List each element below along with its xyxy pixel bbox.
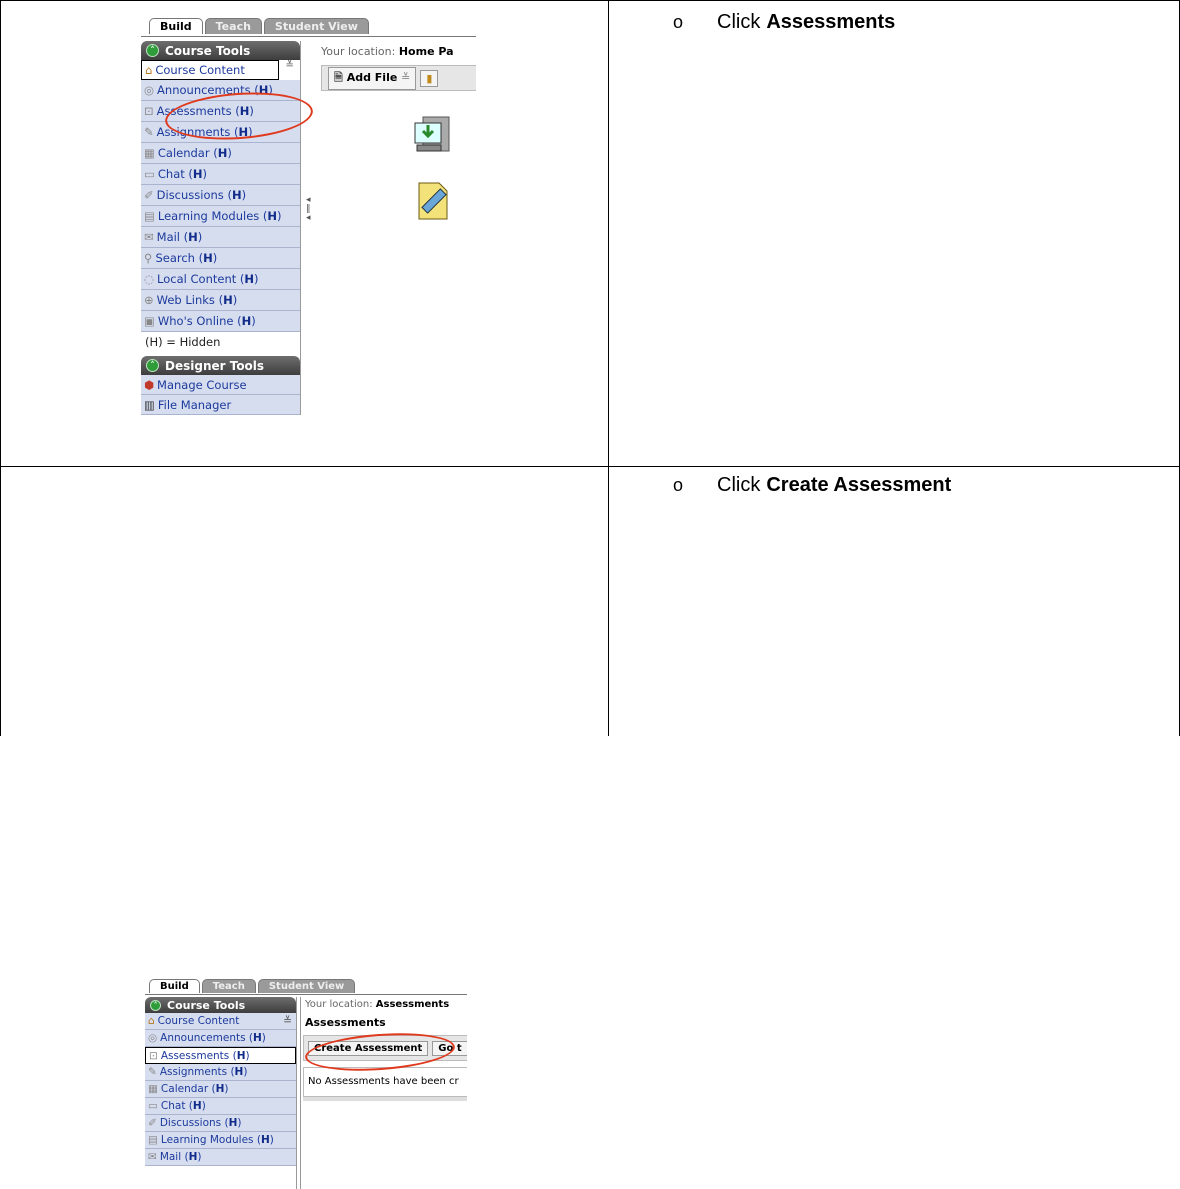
sidebar-item-file-manager[interactable]: ▥ File Manager: [141, 395, 300, 415]
designer-tools-header[interactable]: ˄ Designer Tools: [141, 356, 300, 375]
sidebar-item-assignments[interactable]: ✎ Assignments (H): [145, 1064, 296, 1081]
chevron-down-icon[interactable]: ≚: [283, 1015, 292, 1027]
sidebar-item-mail[interactable]: ✉ Mail (H): [141, 227, 300, 248]
content-pane: Your location: Assessments Assessments C…: [300, 997, 467, 1189]
calendar-icon: ▦: [144, 146, 155, 160]
assessment-icon: ⊡: [149, 1049, 158, 1062]
tab-student-view[interactable]: Student View: [257, 979, 356, 993]
sidebar-item-search[interactable]: ⚲ Search (H): [141, 248, 300, 269]
web-links-icon: ⊕: [144, 293, 154, 307]
search-icon: ⚲: [144, 251, 153, 265]
tab-build[interactable]: Build: [149, 18, 203, 34]
sidebar-item-manage-course[interactable]: ⬢ Manage Course: [141, 375, 300, 395]
sidebar-item-whos-online[interactable]: ▣ Who's Online (H): [141, 311, 300, 332]
tab-teach[interactable]: Teach: [204, 18, 262, 34]
sidebar-item-announcements[interactable]: ◎ Announcements (H): [145, 1030, 296, 1047]
hidden-legend: (H) = Hidden: [145, 335, 221, 349]
step1-instruction-cell: o Click Assessments: [608, 0, 1180, 467]
assignment-icon: ✎: [144, 125, 154, 139]
mail-icon: ✉: [144, 230, 154, 244]
bullet: o: [673, 475, 684, 495]
sidebar-item-assessments[interactable]: ⊡ Assessments (H): [145, 1047, 296, 1064]
pin-icon: ✐: [144, 188, 154, 202]
tab-teach[interactable]: Teach: [201, 979, 256, 993]
breadcrumb: Your location: Assessments: [305, 999, 450, 1010]
sidebar-item-chat[interactable]: ▭ Chat (H): [141, 164, 300, 185]
step1-screenshot-cell: Build Teach Student View ˄ Course Tools …: [0, 0, 609, 467]
course-tools-header[interactable]: ˄ Course Tools: [145, 997, 296, 1013]
chat-icon: ▭: [148, 1100, 158, 1112]
assignment-icon: ✎: [148, 1066, 157, 1078]
collapse-icon[interactable]: ˄: [146, 44, 159, 57]
chevron-down-icon: ≚: [401, 70, 411, 84]
sidebar-item-chat[interactable]: ▭ Chat (H): [145, 1098, 296, 1115]
page-title: Assessments: [305, 1016, 386, 1029]
sidebar-item-course-content[interactable]: ⌂ Course Content: [141, 60, 279, 80]
content-pane: Your location: Home Pa 🗎 Add File ≚ ▮: [317, 41, 476, 415]
course-tools-header[interactable]: ˄ Course Tools: [141, 41, 300, 60]
document-icon: 🗎: [334, 70, 343, 84]
sidebar-item-discussions[interactable]: ✐ Discussions (H): [145, 1115, 296, 1132]
sidebar-item-mail[interactable]: ✉ Mail (H): [145, 1149, 296, 1166]
module-icon: ▤: [148, 1134, 158, 1146]
computer-download-icon[interactable]: [413, 115, 453, 160]
breadcrumb: Your location: Home Pa: [321, 45, 454, 58]
bullet: o: [673, 12, 684, 32]
step2-screenshot: Build Teach Student View ˄ Course Tools …: [145, 966, 467, 1189]
calendar-icon: ▦: [148, 1083, 158, 1095]
package-button[interactable]: ▮: [420, 69, 439, 87]
sidebar-item-calendar[interactable]: ▦ Calendar (H): [145, 1081, 296, 1098]
file-manager-icon: ▥: [144, 397, 155, 412]
step1-instruction: o Click Assessments: [673, 11, 896, 33]
sidebar-item-learning-modules[interactable]: ▤ Learning Modules (H): [141, 206, 300, 227]
sidebar-item-web-links[interactable]: ⊕ Web Links (H): [141, 290, 300, 311]
ruler-document-icon[interactable]: [415, 181, 451, 224]
module-icon: ▤: [144, 209, 155, 223]
document-table: Build Teach Student View ˄ Course Tools …: [0, 0, 1180, 1189]
manage-course-icon: ⬢: [144, 377, 155, 392]
sidebar-item-course-content[interactable]: ⌂ Course Content ≚: [145, 1013, 296, 1030]
whos-online-icon: ▣: [144, 314, 155, 328]
collapse-icon[interactable]: ˄: [150, 999, 161, 1011]
megaphone-icon: ◎: [144, 83, 155, 97]
sidebar-item-learning-modules[interactable]: ▤ Learning Modules (H): [145, 1132, 296, 1149]
step2-instruction: o Click Create Assessment: [673, 474, 952, 496]
assessment-icon: ⊡: [144, 104, 154, 118]
step2-screenshot-cell: Build Teach Student View ˄ Course Tools …: [0, 466, 609, 1189]
mode-tabs: Build Teach Student View: [149, 18, 371, 34]
sidebar-item-discussions[interactable]: ✐ Discussions (H): [141, 185, 300, 206]
action-toolbar: 🗎 Add File ≚ ▮: [321, 65, 476, 91]
sidebar-item-local-content[interactable]: ◌ Local Content (H): [141, 269, 300, 290]
home-icon: ⌂: [148, 1015, 155, 1027]
step2-instruction-cell: o Click Create Assessment: [608, 466, 1180, 736]
tab-build[interactable]: Build: [149, 979, 200, 993]
collapse-icon[interactable]: ˄: [146, 359, 159, 372]
empty-state-message: No Assessments have been cr: [303, 1067, 467, 1097]
sidebar-item-calendar[interactable]: ▦ Calendar (H): [141, 143, 300, 164]
mode-tabs: Build Teach Student View: [149, 979, 357, 993]
tab-student-view[interactable]: Student View: [263, 18, 369, 34]
home-icon: ⌂: [145, 63, 153, 77]
chevron-down-icon[interactable]: ≚: [283, 60, 297, 71]
mail-icon: ✉: [148, 1151, 157, 1163]
add-file-button[interactable]: 🗎 Add File ≚: [328, 66, 417, 90]
chat-icon: ▭: [144, 167, 155, 181]
course-tools-sidebar: ˄ Course Tools ⌂ Course Content ≚ ◎ Anno…: [145, 997, 297, 1189]
list-footer: [303, 1097, 467, 1101]
megaphone-icon: ◎: [148, 1032, 158, 1044]
panel-splitter[interactable]: ◂‖◂: [306, 196, 311, 223]
step1-screenshot: Build Teach Student View ˄ Course Tools …: [141, 1, 476, 415]
local-content-icon: ◌: [144, 272, 155, 286]
pin-icon: ✐: [148, 1117, 157, 1129]
